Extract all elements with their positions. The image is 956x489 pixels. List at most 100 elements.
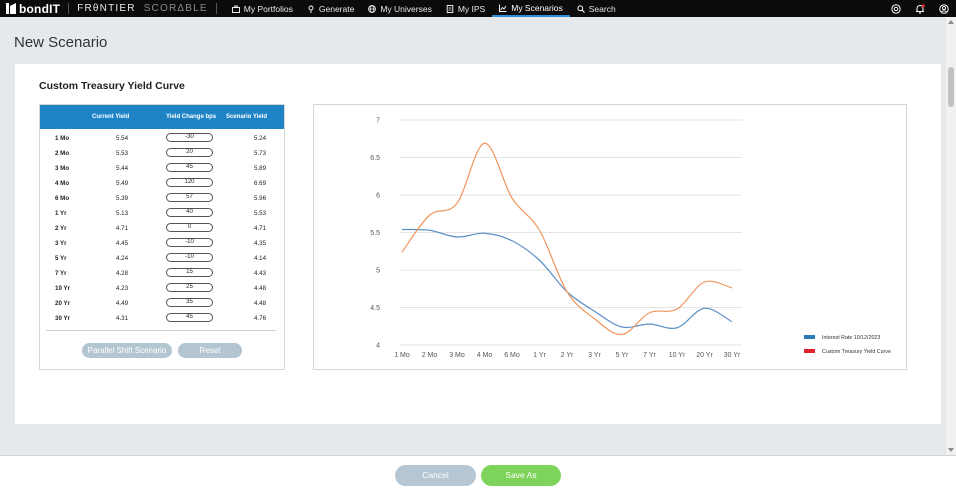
row-tenor: 2 Mo bbox=[55, 150, 70, 157]
legend-label: Interest Rate 10/12/2023 bbox=[822, 335, 880, 341]
table-row: 3 Yr 4.45 -10 4.35 bbox=[40, 236, 284, 251]
yield-change-input[interactable]: 0 bbox=[166, 223, 213, 232]
row-current-yield: 4.24 bbox=[116, 255, 129, 262]
yield-change-input[interactable]: -10 bbox=[166, 253, 213, 262]
nav-item-label: My Portfolios bbox=[243, 3, 293, 14]
nav-item-label: My Universes bbox=[380, 3, 432, 14]
y-tick-label: 5 bbox=[376, 268, 380, 275]
scroll-up-icon[interactable] bbox=[948, 20, 954, 24]
user-icon[interactable] bbox=[939, 3, 949, 14]
row-tenor: 4 Mo bbox=[55, 180, 70, 187]
nav-item-label: My Scenarios bbox=[511, 2, 563, 13]
row-current-yield: 4.45 bbox=[116, 240, 129, 247]
y-tick-label: 4 bbox=[376, 343, 380, 350]
x-tick-label: 30 Yr bbox=[724, 352, 741, 359]
yield-change-input[interactable]: -30 bbox=[166, 133, 213, 142]
row-current-yield: 5.44 bbox=[116, 165, 129, 172]
nav-item-my-universes[interactable]: My Universes bbox=[361, 0, 438, 17]
row-scenario-yield: 4.76 bbox=[254, 315, 267, 322]
nav-item-my-scenarios[interactable]: My Scenarios bbox=[492, 0, 570, 17]
row-current-yield: 5.53 bbox=[116, 150, 129, 157]
row-tenor: 20 Yr bbox=[55, 300, 71, 307]
row-scenario-yield: 6.69 bbox=[254, 180, 267, 187]
row-scenario-yield: 5.89 bbox=[254, 165, 267, 172]
row-tenor: 7 Yr bbox=[55, 270, 67, 277]
row-tenor: 1 Yr bbox=[55, 210, 67, 217]
table-row: 2 Yr 4.71 0 4.71 bbox=[40, 221, 284, 236]
pin-icon bbox=[308, 5, 314, 13]
legend-swatch bbox=[804, 335, 815, 339]
row-current-yield: 4.23 bbox=[116, 285, 129, 292]
brand[interactable]: bondIT bbox=[0, 0, 60, 17]
page-scrollbar[interactable] bbox=[946, 17, 956, 455]
nav-item-search[interactable]: Search bbox=[570, 0, 623, 17]
table-row: 2 Mo 5.53 20 5.73 bbox=[40, 146, 284, 161]
notification-icon[interactable] bbox=[915, 3, 925, 14]
header-scenario-yield: Scenario Yield bbox=[226, 114, 268, 120]
footer-actions: Cancel Save As bbox=[0, 455, 956, 489]
support-icon[interactable] bbox=[891, 3, 901, 14]
nav-item-my-portfolios[interactable]: My Portfolios bbox=[225, 0, 300, 17]
yield-change-input[interactable]: 57 bbox=[166, 193, 213, 202]
y-tick-label: 5.5 bbox=[370, 230, 380, 237]
brand-name: bondIT bbox=[19, 1, 61, 16]
x-tick-label: 3 Mo bbox=[449, 352, 465, 359]
legend-label: Custom Treasury Yield Curve bbox=[822, 349, 891, 355]
save-as-button[interactable]: Save As bbox=[481, 465, 561, 486]
globe-icon bbox=[368, 4, 377, 13]
series-line-interest-rate bbox=[401, 228, 733, 329]
yield-change-input[interactable]: 35 bbox=[166, 298, 213, 307]
yield-change-input[interactable]: -10 bbox=[166, 238, 213, 247]
yield-change-input[interactable]: 45 bbox=[166, 313, 213, 322]
row-scenario-yield: 5.53 bbox=[254, 210, 267, 217]
page-title: New Scenario bbox=[14, 34, 108, 51]
reset-button[interactable]: Reset bbox=[178, 343, 242, 358]
row-current-yield: 5.54 bbox=[116, 135, 129, 142]
row-current-yield: 4.71 bbox=[116, 225, 129, 232]
x-tick-label: 4 Mo bbox=[477, 352, 493, 359]
nav-item-label: Generate bbox=[318, 3, 355, 14]
nav-item-my-ips[interactable]: My IPS bbox=[439, 0, 492, 17]
row-tenor: 6 Mo bbox=[55, 195, 70, 202]
yield-change-input[interactable]: 25 bbox=[166, 283, 213, 292]
cancel-button[interactable]: Cancel bbox=[395, 465, 476, 486]
scorable-logo[interactable]: SCORΔBLE bbox=[144, 3, 208, 14]
yield-change-input[interactable]: 120 bbox=[166, 178, 213, 187]
row-scenario-yield: 4.48 bbox=[254, 285, 267, 292]
y-tick-label: 7 bbox=[376, 118, 380, 125]
table-row: 6 Mo 5.39 57 5.96 bbox=[40, 191, 284, 206]
table-row: 3 Mo 5.44 45 5.89 bbox=[40, 161, 284, 176]
header-yield-change: Yield Change bps bbox=[166, 114, 217, 120]
row-current-yield: 5.49 bbox=[116, 180, 129, 187]
nav-item-label: Search bbox=[588, 3, 616, 14]
document-icon bbox=[446, 4, 454, 13]
yield-curve-chart-panel: 4 4.5 5 5.5 6 6.5 7 1 Mo 2 Mo 3 Mo 4 Mo 6 Mo 1 Yr 2 Y… bbox=[313, 104, 907, 370]
yield-change-input[interactable]: 45 bbox=[166, 163, 213, 172]
table-row: 4 Mo 5.49 120 6.69 bbox=[40, 176, 284, 191]
table-header: Current Yield Yield Change bps Scenario … bbox=[40, 105, 284, 129]
table-row: 1 Mo 5.54 -30 5.24 bbox=[40, 131, 284, 146]
scroll-thumb[interactable] bbox=[948, 67, 954, 107]
section-title: Custom Treasury Yield Curve bbox=[39, 80, 185, 92]
scroll-down-icon[interactable] bbox=[948, 448, 954, 452]
row-current-yield: 4.28 bbox=[116, 270, 129, 277]
legend-swatch bbox=[804, 349, 815, 353]
row-tenor: 5 Yr bbox=[55, 255, 67, 262]
x-tick-label: 20 Yr bbox=[696, 352, 713, 359]
x-tick-label: 2 Mo bbox=[422, 352, 438, 359]
x-tick-label: 2 Yr bbox=[561, 352, 574, 359]
x-tick-label: 7 Yr bbox=[643, 352, 656, 359]
table-row: 30 Yr 4.31 45 4.76 bbox=[40, 311, 284, 326]
yield-change-input[interactable]: 40 bbox=[166, 208, 213, 217]
yield-change-input[interactable]: 15 bbox=[166, 268, 213, 277]
y-tick-label: 4.5 bbox=[370, 305, 380, 312]
table-row: 7 Yr 4.28 15 4.43 bbox=[40, 266, 284, 281]
x-tick-label: 1 Mo bbox=[394, 352, 410, 359]
briefcase-icon bbox=[231, 5, 240, 13]
parallel-shift-scenario-button[interactable]: Parallel Shift Scenario bbox=[82, 343, 172, 358]
nav-item-generate[interactable]: Generate bbox=[300, 0, 361, 17]
row-tenor: 3 Mo bbox=[55, 165, 70, 172]
y-tick-label: 6.5 bbox=[370, 155, 380, 162]
yield-change-input[interactable]: 20 bbox=[166, 148, 213, 157]
frontier-logo[interactable]: FRθNTIER bbox=[77, 3, 136, 14]
